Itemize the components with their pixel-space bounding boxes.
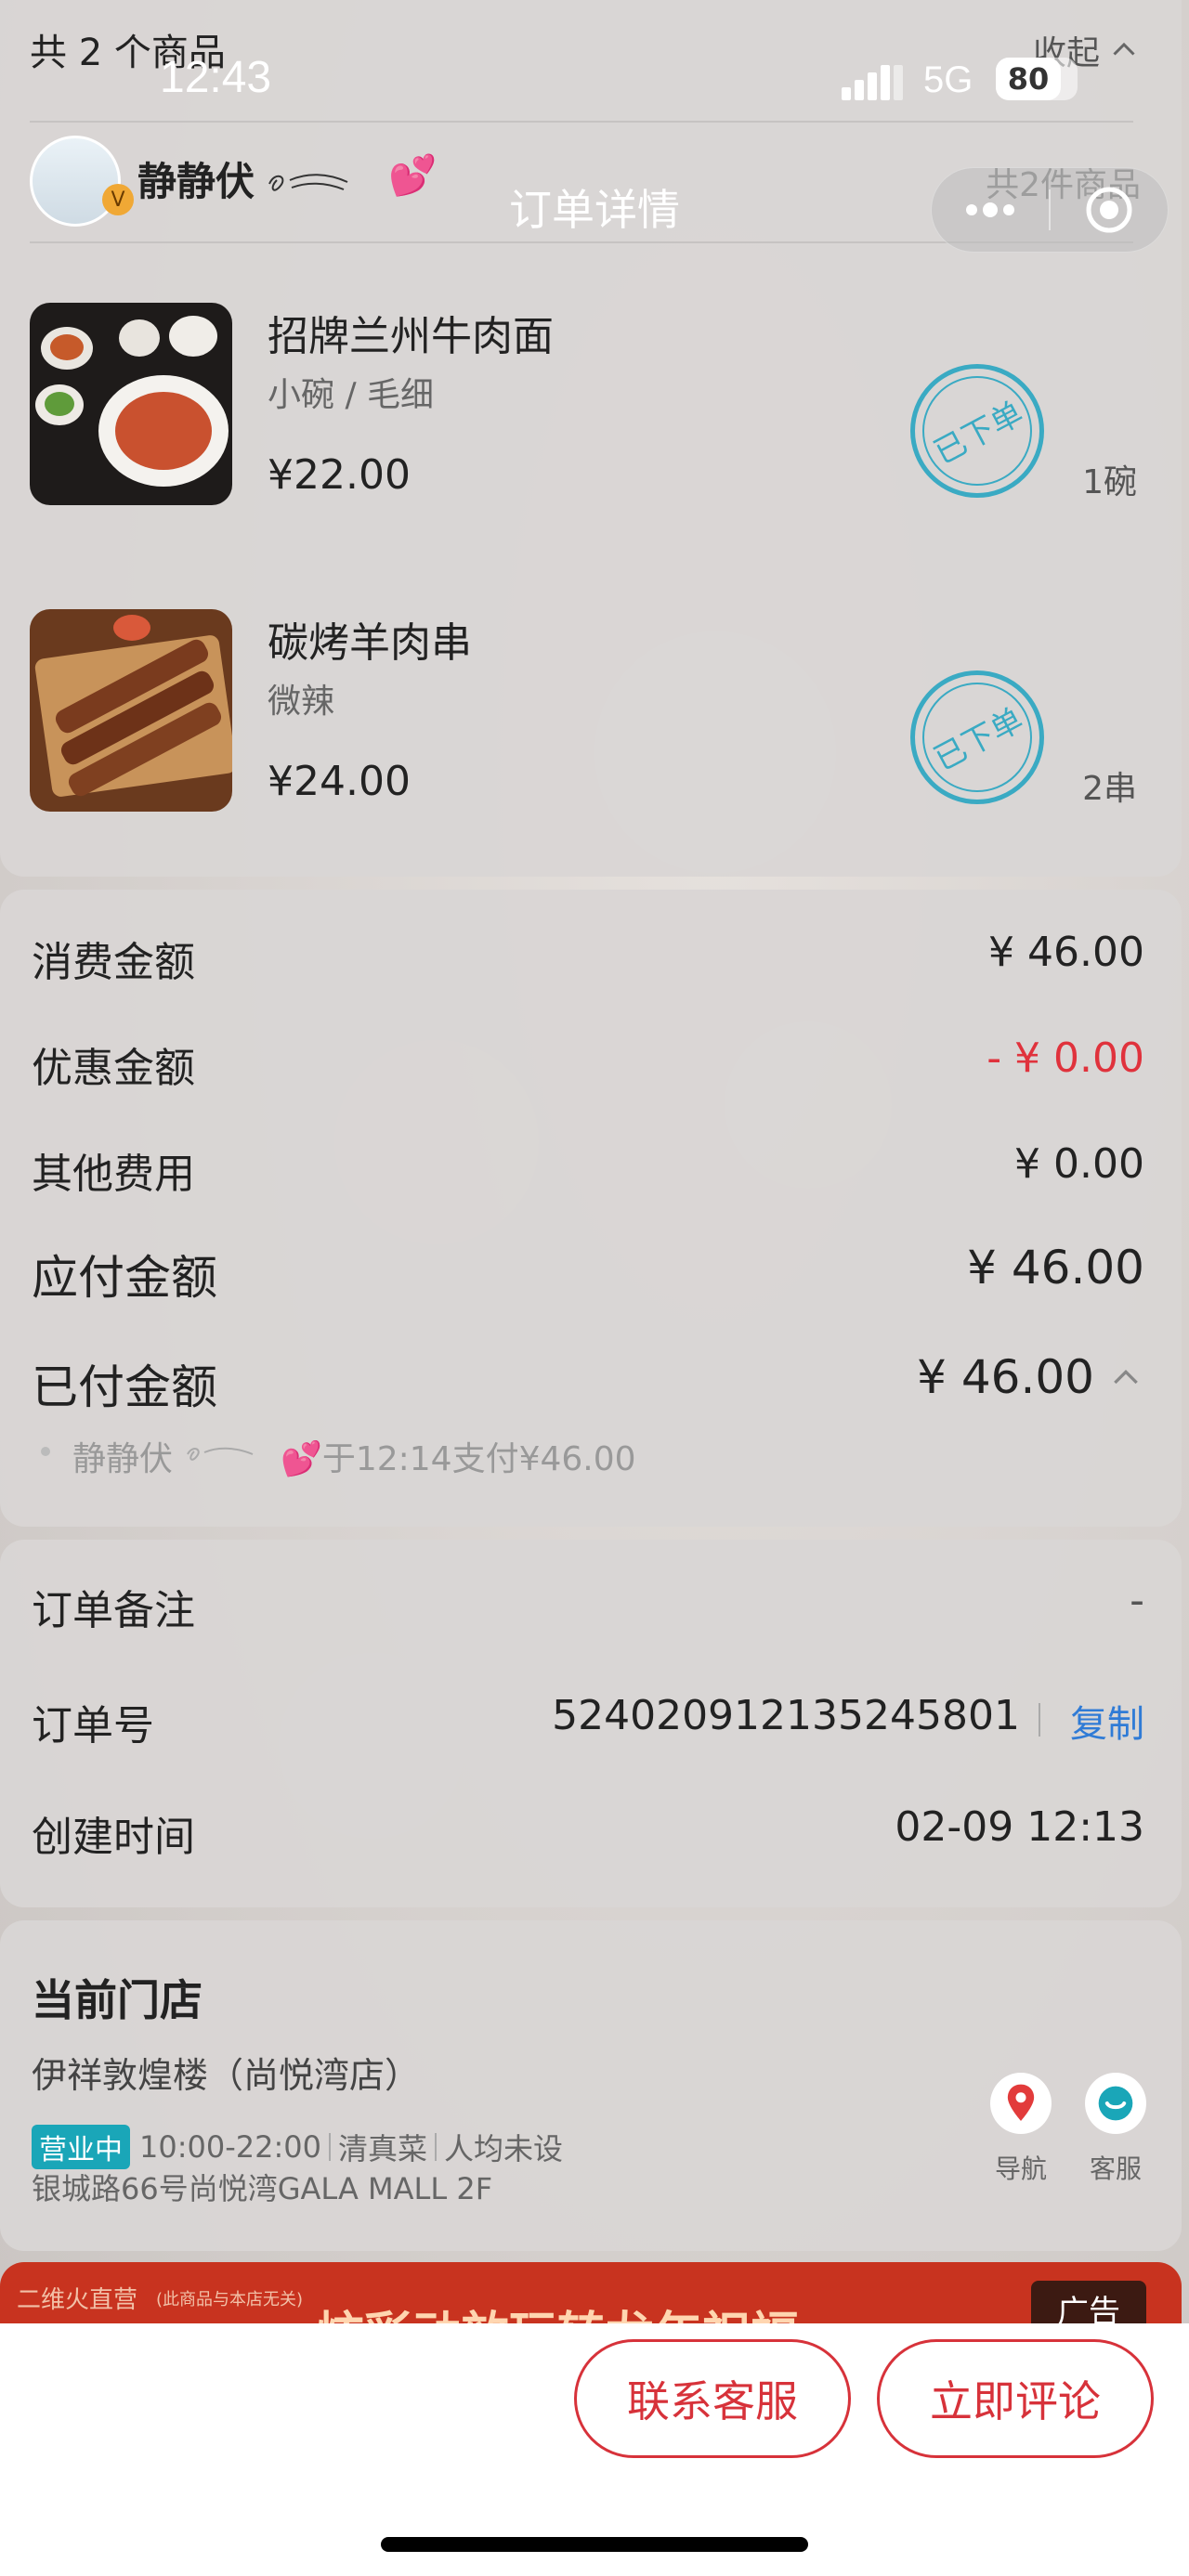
target-close-icon	[1086, 187, 1132, 233]
status-time: 12:43	[160, 53, 272, 102]
contact-service-button[interactable]: 联系客服	[574, 2339, 851, 2458]
items-card: 共 2 个商品 收起 V 静静伏 💕 共2件商品 招牌兰州牛肉面 小碗 / 毛细…	[0, 0, 1182, 877]
ad-disclaimer: (此商品与本店无关)	[156, 2290, 304, 2309]
discount-label: 优惠金额	[32, 1045, 195, 1092]
product-name: 招牌兰州牛肉面	[268, 313, 554, 360]
home-indicator	[381, 2537, 808, 2552]
consume-value: ¥ 46.00	[988, 929, 1144, 976]
close-miniprogram-button[interactable]	[1051, 168, 1168, 252]
amount-card: 消费金额 ¥ 46.00 优惠金额 - ¥ 0.00 其他费用 ¥ 0.00 应…	[0, 890, 1182, 1527]
other-fee-label: 其他费用	[32, 1151, 195, 1198]
mini-program-capsule	[931, 167, 1169, 253]
remark-value: -	[1130, 1577, 1144, 1624]
payment-note: 💕于12:14支付¥46.00	[281, 1440, 636, 1478]
network-label: 5G	[923, 59, 973, 100]
payable-value: ¥ 46.00	[967, 1241, 1144, 1295]
ordered-stamp: 已下单	[910, 670, 1044, 804]
bullet-dot	[41, 1447, 50, 1456]
product-qty: 1碗	[1082, 463, 1137, 501]
more-button[interactable]	[932, 168, 1049, 252]
product-price: ¥22.00	[268, 451, 411, 499]
payment-note-name: 静静伏	[72, 1440, 174, 1478]
store-card: 当前门店 伊祥敦煌楼（尚悦湾店） 营业中 10:00-22:00 清真菜 人均未…	[0, 1920, 1182, 2251]
product-spec: 小碗 / 毛细	[268, 376, 435, 414]
battery-level: 80	[1007, 61, 1050, 97]
chevron-up-icon[interactable]	[1107, 1360, 1144, 1397]
order-number-label: 订单号	[32, 1702, 154, 1750]
store-section-title: 当前门店	[32, 1975, 203, 2025]
open-status-badge: 营业中	[32, 2125, 130, 2169]
location-pin-icon	[990, 2073, 1052, 2134]
more-dots-icon	[966, 202, 1014, 217]
store-hours: 10:00-22:00	[139, 2129, 321, 2165]
lamb-skewer-image	[30, 609, 232, 812]
swirl-decoration-icon	[187, 1447, 254, 1461]
service-label: 客服	[1089, 2153, 1142, 2184]
divider	[30, 121, 1133, 123]
service-chat-icon	[1085, 2073, 1146, 2134]
signal-icon	[842, 65, 903, 100]
product-qty: 2串	[1082, 770, 1137, 808]
consume-label: 消费金额	[32, 939, 195, 986]
product-name: 碳烤羊肉串	[268, 619, 472, 667]
product-price: ¥24.00	[268, 758, 411, 805]
remark-label: 订单备注	[32, 1587, 195, 1634]
divider	[1039, 1703, 1040, 1737]
navigation-label: 导航	[994, 2153, 1047, 2184]
paid-label: 已付金额	[32, 1360, 217, 1414]
ad-source: 二维火直营	[17, 2286, 138, 2314]
store-category: 清真菜	[337, 2131, 427, 2166]
divider	[328, 2133, 331, 2161]
copy-button[interactable]: 复制	[1070, 1694, 1144, 1748]
discount-value: - ¥ 0.00	[986, 1034, 1144, 1082]
other-fee-value: ¥ 0.00	[1014, 1140, 1144, 1188]
battery-icon: 80	[996, 58, 1078, 100]
ordered-stamp: 已下单	[910, 364, 1044, 498]
beef-noodle-image	[30, 303, 232, 505]
paid-value: ¥ 46.00	[917, 1350, 1094, 1404]
store-name[interactable]: 伊祥敦煌楼（尚悦湾店）	[32, 2047, 420, 2098]
chevron-up-icon	[1113, 42, 1135, 56]
store-avg-price: 人均未设	[444, 2131, 564, 2166]
store-address: 银城路66号尚悦湾GALA MALL 2F	[32, 2171, 493, 2206]
created-time-label: 创建时间	[32, 1814, 195, 1861]
payable-label: 应付金额	[32, 1251, 217, 1305]
order-number: 524020912135245801	[552, 1692, 1020, 1739]
created-time-value: 02-09 12:13	[895, 1803, 1144, 1851]
product-spec: 微辣	[268, 683, 335, 721]
divider	[435, 2133, 437, 2161]
store-meta: 营业中 10:00-22:00 清真菜 人均未设	[32, 2125, 563, 2169]
order-info-card: 订单备注 - 订单号 524020912135245801 复制 创建时间 02…	[0, 1540, 1182, 1907]
review-button[interactable]: 立即评论	[877, 2339, 1154, 2458]
